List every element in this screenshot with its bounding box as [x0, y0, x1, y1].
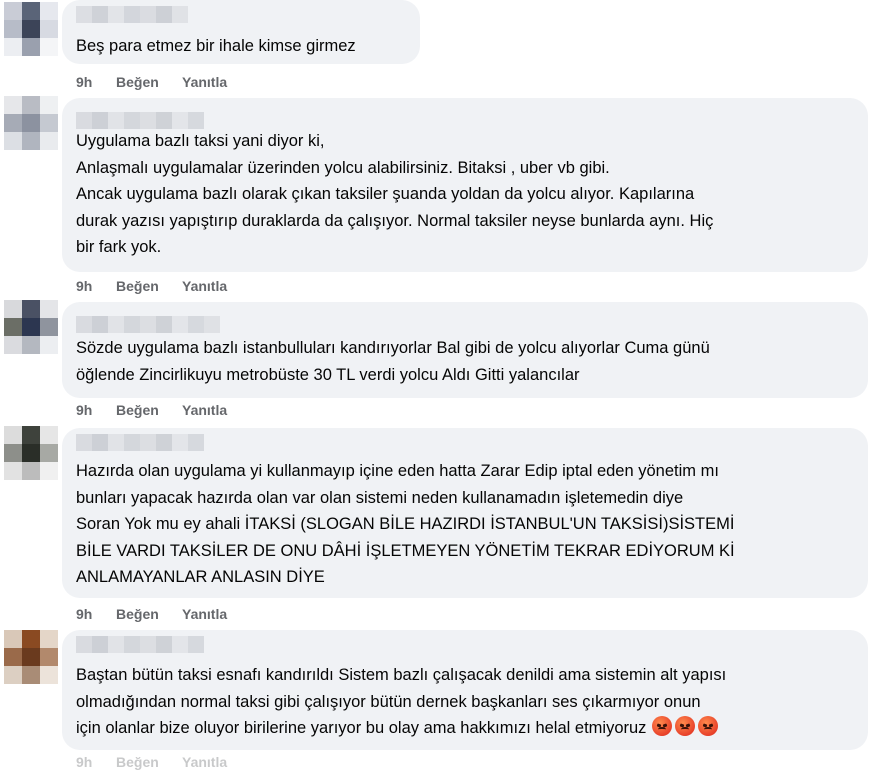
comment-actions-partial: 9h Beğen Yanıtla [76, 754, 252, 772]
comment-actions: 9h Beğen Yanıtla [76, 606, 252, 624]
comment-line: BİLE VARDI TAKSİLER DE ONU DÂHİ İŞLETMEY… [76, 541, 735, 560]
comment-text: Sözde uygulama bazlı istanbulluları kand… [76, 335, 858, 388]
reply-button[interactable]: Yanıtla [182, 754, 252, 772]
comment-text: Uygulama bazlı taksi yani diyor ki, Anla… [76, 128, 858, 261]
reply-button[interactable]: Yanıtla [182, 402, 252, 420]
comment-actions: 9h Beğen Yanıtla [76, 74, 252, 92]
comment-line: ANLAMAYANLAR ANLASIN DİYE [76, 568, 325, 586]
comment-bubble: Sözde uygulama bazlı istanbulluları kand… [62, 302, 868, 398]
avatar[interactable] [4, 2, 58, 56]
like-button[interactable]: Beğen [116, 754, 182, 772]
angry-face-icon [652, 716, 673, 736]
comment-line: durak yazısı yapıştırıp duraklarda da ça… [76, 211, 714, 230]
avatar[interactable] [4, 96, 58, 150]
timestamp[interactable]: 9h [76, 74, 116, 92]
reply-button[interactable]: Yanıtla [182, 74, 252, 92]
comment-bubble: Uygulama bazlı taksi yani diyor ki, Anla… [62, 98, 868, 272]
timestamp[interactable]: 9h [76, 606, 116, 624]
comment-line: öğlende Zincirlikuyu metrobüste 30 TL ve… [76, 365, 580, 384]
angry-face-icon [675, 716, 696, 736]
angry-face-icon [698, 716, 719, 736]
timestamp[interactable]: 9h [76, 754, 116, 772]
comment-line: Hazırda olan uygulama yi kullanmayıp içi… [76, 462, 719, 480]
timestamp[interactable]: 9h [76, 278, 116, 296]
comment-line: için olanlar bize oluyor birilerine yarı… [76, 715, 858, 742]
avatar[interactable] [4, 426, 58, 480]
timestamp[interactable]: 9h [76, 402, 116, 420]
author-name-blurred[interactable] [76, 6, 188, 23]
emoji-group [652, 716, 719, 736]
comment-line: Ancak uygulama bazlı olarak çıkan taksil… [76, 185, 695, 203]
reply-button[interactable]: Yanıtla [182, 278, 252, 296]
comment-line: Sözde uygulama bazlı istanbulluları kand… [76, 339, 710, 357]
comment-line: bunları yapacak hazırda olan var olan si… [76, 488, 684, 507]
comment-line: Soran Yok mu ey ahali İTAKSİ (SLOGAN BİL… [76, 515, 735, 533]
comment-actions: 9h Beğen Yanıtla [76, 278, 252, 296]
comment-line: Uygulama bazlı taksi yani diyor ki, [76, 132, 325, 150]
comment-line: bir fark yok. [76, 238, 162, 256]
like-button[interactable]: Beğen [116, 402, 182, 420]
reply-button[interactable]: Yanıtla [182, 606, 252, 624]
comment-bubble: Beş para etmez bir ihale kimse girmez [62, 0, 420, 64]
comment-bubble: Baştan bütün taksi esnafı kandırıldı Sis… [62, 630, 868, 750]
comment-line: olmadığından normal taksi gibi çalışıyor… [76, 692, 701, 711]
comment-line-text: için olanlar bize oluyor birilerine yarı… [76, 719, 647, 737]
author-name-blurred[interactable] [76, 636, 204, 653]
avatar[interactable] [4, 630, 58, 684]
comment-text: Hazırda olan uygulama yi kullanmayıp içi… [76, 458, 858, 591]
like-button[interactable]: Beğen [116, 74, 182, 92]
comment-line: Beş para etmez bir ihale kimse girmez [76, 37, 356, 55]
comment-bubble: Hazırda olan uygulama yi kullanmayıp içi… [62, 428, 868, 598]
like-button[interactable]: Beğen [116, 606, 182, 624]
comment-line: Baştan bütün taksi esnafı kandırıldı Sis… [76, 666, 727, 684]
like-button[interactable]: Beğen [116, 278, 182, 296]
comment-actions: 9h Beğen Yanıtla [76, 402, 252, 420]
author-name-blurred[interactable] [76, 316, 220, 333]
author-name-blurred[interactable] [76, 434, 204, 451]
avatar[interactable] [4, 300, 58, 354]
author-name-blurred[interactable] [76, 112, 204, 129]
comment-line: Anlaşmalı uygulamalar üzerinden yolcu al… [76, 158, 610, 177]
comment-text: Baştan bütün taksi esnafı kandırıldı Sis… [76, 662, 858, 742]
comment-text: Beş para etmez bir ihale kimse girmez [76, 33, 410, 60]
